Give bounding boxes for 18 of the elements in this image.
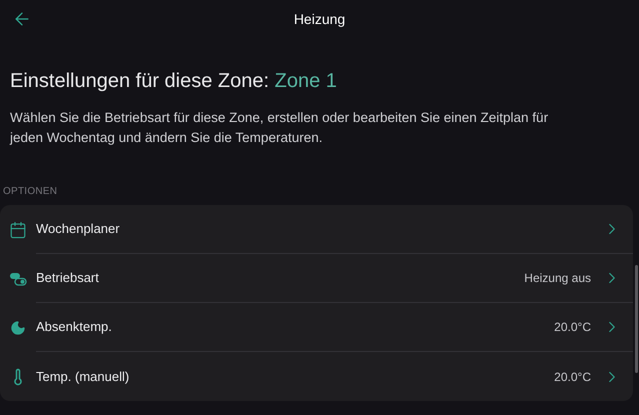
option-value: 20.0°C xyxy=(554,368,591,386)
option-label: Absenktemp. xyxy=(36,318,112,336)
page-title: Heizung xyxy=(294,10,346,29)
option-row[interactable]: Temp. (manuell) 20.0°C xyxy=(0,352,633,401)
option-row[interactable]: Absenktemp. 20.0°C xyxy=(0,303,633,352)
option-row[interactable]: Betriebsart Heizung aus xyxy=(0,254,633,303)
description-text: Wählen Sie die Betriebsart für diese Zone, erstellen oder bearbeiten Sie einen Zeitplan für jeden Wochentag und ändern Sie die Temperaturen. xyxy=(10,109,550,147)
option-value: Heizung aus xyxy=(524,270,591,287)
option-label: Wochenplaner xyxy=(36,220,120,238)
option-value: 20.0°C xyxy=(554,319,591,336)
zone-heading: Einstellungen für diese Zone: Zone 1 xyxy=(10,69,338,94)
moon-icon xyxy=(10,320,26,336)
calendar-icon xyxy=(9,220,27,238)
option-label: Temp. (manuell) xyxy=(36,368,130,386)
toggle-icon xyxy=(9,272,27,286)
option-row[interactable]: Wochenplaner xyxy=(0,205,633,254)
section-label: OPTIONEN xyxy=(2,185,58,199)
option-label: Betriebsart xyxy=(36,269,99,288)
